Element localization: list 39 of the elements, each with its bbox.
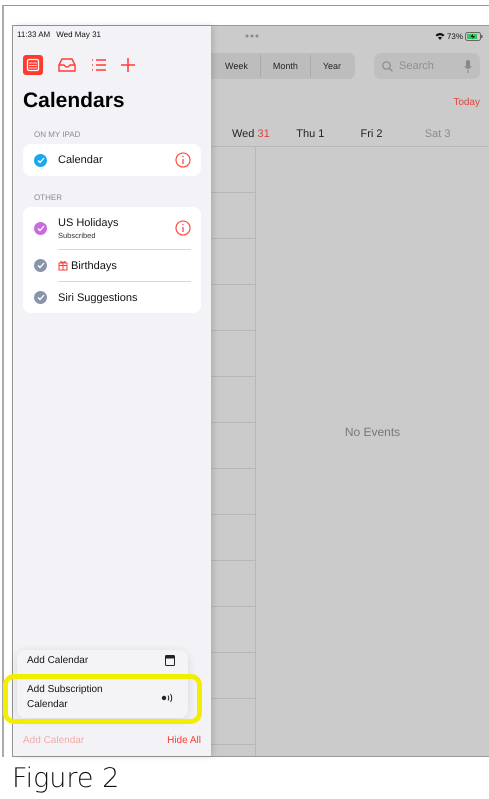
- wifi-icon: [434, 32, 445, 40]
- no-events-label: No Events: [344, 424, 400, 438]
- battery-icon: [465, 32, 483, 40]
- info-icon[interactable]: [175, 220, 191, 236]
- microphone-icon[interactable]: [464, 60, 472, 72]
- add-icon[interactable]: [121, 58, 135, 72]
- day-header: Wed 31: [232, 128, 271, 140]
- calendar-name[interactable]: Siri Suggestions: [58, 292, 138, 304]
- day-header: Thu 1: [296, 128, 326, 140]
- inbox-icon[interactable]: [57, 57, 77, 73]
- section-header: ON MY IPAD: [33, 129, 82, 141]
- broadcast-icon: [161, 692, 175, 702]
- search-icon: [382, 60, 393, 72]
- checkmark-icon[interactable]: [34, 222, 47, 234]
- day-header: Sat 3: [424, 128, 452, 140]
- status-time: 11:33 AM: [17, 30, 50, 41]
- gift-icon: [58, 260, 68, 271]
- list-icon[interactable]: [91, 58, 107, 72]
- day-header: Fri 2: [360, 128, 384, 140]
- menu-item[interactable]: Add Subscription Calendar: [27, 683, 127, 712]
- checkmark-icon[interactable]: [34, 154, 47, 166]
- battery-percent: 73%: [446, 32, 463, 40]
- figure-caption: Figure 2: [11, 762, 120, 794]
- calendar-icon: [165, 655, 175, 666]
- section-header: OTHER: [33, 192, 63, 204]
- view-tab[interactable]: Month: [260, 55, 310, 77]
- checkmark-icon[interactable]: [34, 258, 47, 272]
- info-icon[interactable]: [175, 152, 191, 168]
- view-tab[interactable]: Year: [310, 55, 354, 77]
- calendar-icon[interactable]: [23, 55, 43, 75]
- status-date: Wed May 31: [56, 30, 101, 41]
- view-tab[interactable]: Week: [213, 55, 260, 77]
- calendar-name[interactable]: Birthdays: [71, 260, 117, 272]
- multitask-dots-icon[interactable]: [245, 34, 259, 38]
- menu-item[interactable]: Add Calendar: [27, 654, 88, 668]
- calendar-name[interactable]: Calendar: [58, 154, 103, 166]
- sidebar-title: Calendars: [22, 88, 126, 113]
- calendar-name[interactable]: US Holidays: [58, 216, 119, 228]
- checkmark-icon[interactable]: [34, 290, 47, 304]
